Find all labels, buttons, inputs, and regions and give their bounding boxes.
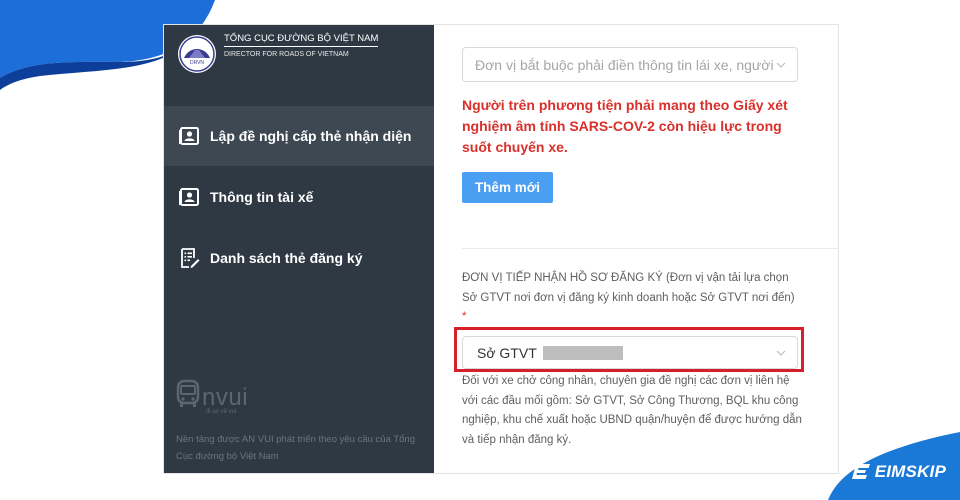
app-window: DRVN TỔNG CỤC ĐƯỜNG BỘ VIỆT NAM DIRECTOR… <box>164 25 838 473</box>
bus-icon <box>176 379 200 407</box>
screenshot-stage: EIMSKIP DRVN TỔNG CỤC ĐƯỜNG BỘ VIỆT NAM … <box>0 0 960 500</box>
eimskip-logo-text: EIMSKIP <box>874 462 946 481</box>
org-logo[interactable]: DRVN TỔNG CỤC ĐƯỜNG BỘ VIỆT NAM DIRECTOR… <box>178 33 379 73</box>
receiving-unit-select[interactable]: Sở GTVT <box>462 336 798 369</box>
list-checklist-icon <box>178 247 200 269</box>
sidebar-item-driver-info[interactable]: Thông tin tài xế <box>164 167 434 227</box>
org-name-block: TỔNG CỤC ĐƯỜNG BỘ VIỆT NAM DIRECTOR FOR … <box>224 33 379 58</box>
main-content: Đơn vị bắt buộc phải điền thông tin lái … <box>434 25 838 473</box>
section-divider <box>462 248 838 249</box>
covid-warning-text: Người trên phương tiện phải mang theo Gi… <box>462 97 788 155</box>
sidebar-item-registered-cards[interactable]: Danh sách thẻ đăng ký <box>164 228 434 288</box>
driver-unit-select[interactable]: Đơn vị bắt buộc phải điền thông tin lái … <box>462 47 798 82</box>
org-name-vn: TỔNG CỤC ĐƯỜNG BỘ VIỆT NAM <box>224 33 379 47</box>
sidebar-item-label: Danh sách thẻ đăng ký <box>210 250 363 266</box>
receiving-unit-label-text: ĐƠN VỊ TIẾP NHẬN HỒ SƠ ĐĂNG KÝ (Đơn vị v… <box>462 272 795 304</box>
sidebar-item-create-request[interactable]: Lập đề nghị cấp thẻ nhận diện <box>164 106 434 166</box>
receiving-unit-select-value: Sở GTVT <box>477 344 537 361</box>
driver-unit-select-placeholder: Đơn vị bắt buộc phải điền thông tin lái … <box>475 56 774 73</box>
anvui-tagline: đi an về vui <box>206 409 237 415</box>
eimskip-logo: EIMSKIP <box>851 462 946 482</box>
id-card-icon <box>178 186 200 208</box>
redacted-text <box>542 345 623 360</box>
logo-letters: DRVN <box>190 60 204 66</box>
chevron-down-icon <box>776 62 786 68</box>
sidebar-footer-text: Nền tảng được AN VUI phát triển theo yêu… <box>176 434 415 462</box>
sidebar: DRVN TỔNG CỤC ĐƯỜNG BỘ VIỆT NAM DIRECTOR… <box>164 25 434 473</box>
drvn-logo-icon: DRVN <box>178 35 216 73</box>
receiving-unit-note: Đối với xe chở công nhân, chuyên gia đề … <box>462 375 802 446</box>
sidebar-item-label: Thông tin tài xế <box>210 189 314 205</box>
receiving-unit-label: ĐƠN VỊ TIẾP NHẬN HỒ SƠ ĐĂNG KÝ (Đơn vị v… <box>462 269 802 328</box>
sidebar-item-label: Lập đề nghị cấp thẻ nhận diện <box>210 128 412 144</box>
add-new-button[interactable]: Thêm mới <box>462 172 553 203</box>
id-card-icon <box>178 125 200 147</box>
chevron-down-icon <box>776 350 786 356</box>
anvui-logo: nvui đi an về vui <box>176 379 249 415</box>
required-mark: * <box>462 311 467 323</box>
eimskip-mark-icon <box>851 464 870 479</box>
anvui-wordmark: nvui <box>202 384 249 411</box>
org-name-en: DIRECTOR FOR ROADS OF VIETNAM <box>224 51 349 58</box>
